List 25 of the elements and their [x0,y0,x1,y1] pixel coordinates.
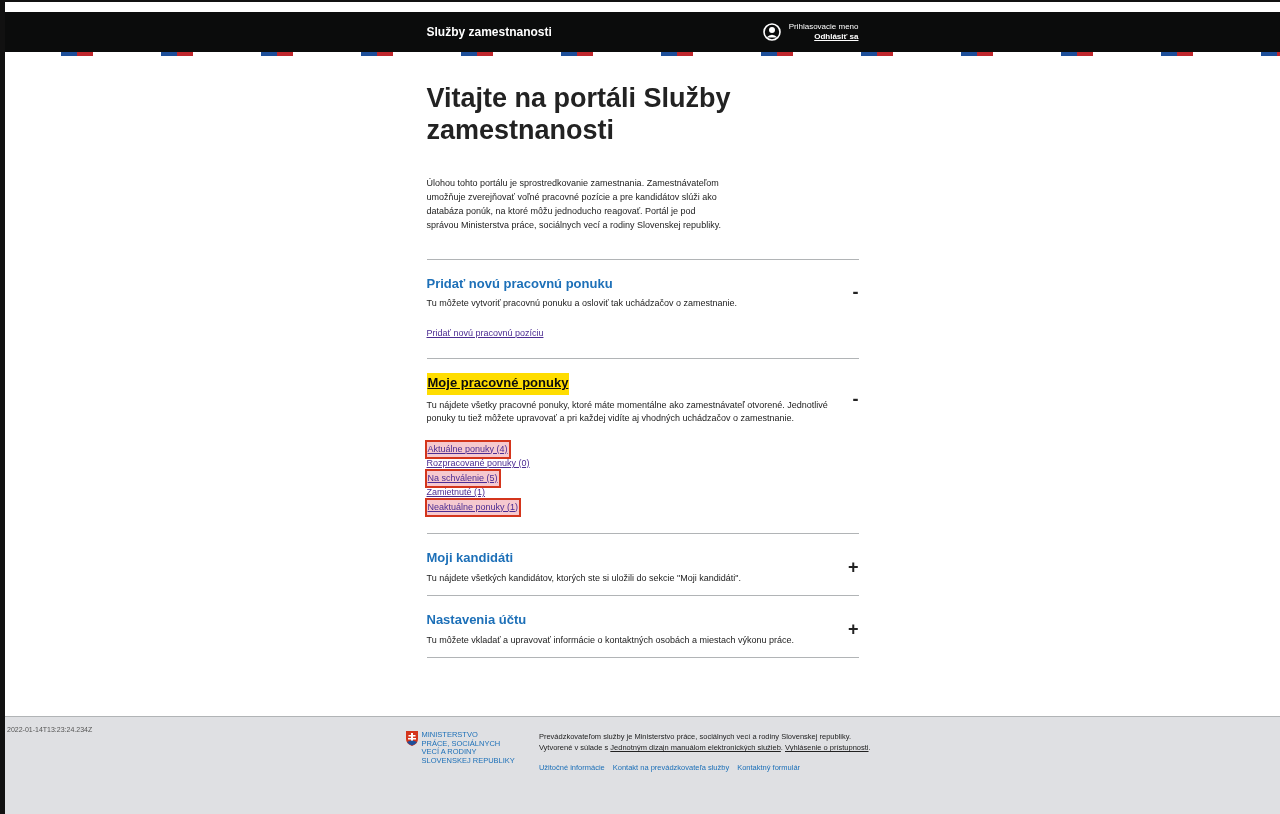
section-link[interactable]: Pridať novú pracovnú pozíciu [426,326,544,341]
toggle-button[interactable]: - [852,283,859,302]
toggle-button[interactable]: + [848,619,859,638]
section-description: Tu môžete vytvoriť pracovnú ponuku a osloviť tak uchádzačov o zamestnanie. [426,297,738,311]
section-link[interactable]: Rozpracované ponuky (0) [426,457,530,471]
section-link[interactable]: Aktuálne ponuky (4) [426,441,509,458]
section-link[interactable]: Zamietnuté (1) [426,486,486,500]
page-title: Vitajte na portáli Služby zamestnanosti [426,82,732,147]
section-link[interactable]: Neaktuálne ponuky (1) [426,499,520,516]
toggle-button[interactable]: - [852,390,859,409]
intro-paragraph: Úlohou tohto portálu je sprostredkovanie zamestnania. Zamestnávateľom umožňuje zverejňovať voľné pracovné pozície a pre kandidátov slúži ako databáza ponúk, na ktoré môžu jednoducho reagovať. Portál je pod správou Ministerstva práce, sociálnych vecí a rodiny Slovenskej republiky. [426,176,722,232]
coat-of-arms-icon [405,731,418,746]
logout-link[interactable]: Odhlásiť sa [814,32,859,41]
section-heading[interactable]: Pridať novú pracovnú ponuku [426,273,613,294]
user-avatar-icon [762,23,781,41]
section-heading[interactable]: Moji kandidáti [426,548,514,568]
section-heading[interactable]: Nastavenia účtu [426,610,527,630]
site-title: Služby zamestnanosti [426,24,552,41]
section-link[interactable]: Na schválenie (5) [426,470,499,487]
section-description: Tu nájdete všetkých kandidátov, ktorých ste si uložili do sekcie "Moji kandidáti". [426,571,742,585]
section-description: Tu môžete vkladať a upravovať informácie o kontaktných osobách a miestach výkonu práce. [426,633,795,647]
username-label: Prihlasovacie meno [788,21,859,32]
toggle-button[interactable]: + [848,557,859,576]
section-description: Tu nájdete všetky pracovné ponuky, ktoré máte momentálne ako zamestnávateľ otvorené. Jednotlivé ponuky tu tiež môžete upravovať a pri každej vidíte aj vhodných uchádzačov o zamestnanie. [426,398,829,426]
section-heading[interactable]: Moje pracovné ponuky [426,373,570,395]
